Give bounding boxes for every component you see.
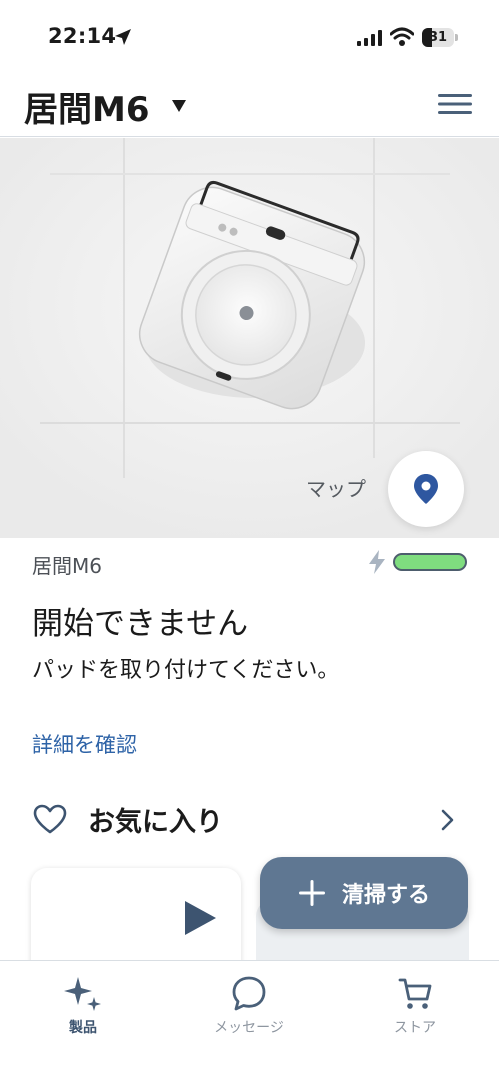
plus-icon xyxy=(299,880,325,906)
chevron-down-icon[interactable] xyxy=(172,100,186,112)
location-arrow-icon xyxy=(115,29,131,45)
status-title: 開始できません xyxy=(32,606,249,642)
robot-selector-title[interactable]: 居間M6 xyxy=(24,82,150,131)
heart-icon xyxy=(33,804,67,834)
status-time: 22:14 xyxy=(48,24,117,48)
location-pin-icon xyxy=(414,474,438,504)
robot-name: 居間M6 xyxy=(32,554,102,578)
cellular-signal-icon xyxy=(357,30,382,46)
robot-hero: マップ xyxy=(0,138,499,538)
tab-products[interactable]: 製品 xyxy=(0,961,166,1051)
tab-messages-label: メッセージ xyxy=(214,1020,284,1036)
wifi-icon xyxy=(390,27,414,46)
sparkle-icon xyxy=(64,977,101,1011)
status-message: パッドを取り付けてください。 xyxy=(32,658,340,683)
bolt-icon xyxy=(369,550,385,574)
favorites-row[interactable]: お気に入り xyxy=(0,790,499,850)
map-button[interactable] xyxy=(388,451,464,527)
chevron-right-icon xyxy=(441,809,454,831)
battery-icon: 31 xyxy=(422,28,458,47)
tab-store[interactable]: ストア xyxy=(332,961,498,1051)
favorites-label: お気に入り xyxy=(88,807,223,838)
clean-button[interactable]: 清掃する xyxy=(260,857,468,929)
status-bar: 22:14 31 xyxy=(0,0,499,70)
cart-icon xyxy=(398,978,432,1009)
tab-bar: 製品 メッセージ ストア xyxy=(0,960,499,1080)
hamburger-menu-icon[interactable] xyxy=(438,92,472,116)
app-header: 居間M6 xyxy=(0,70,499,137)
battery-level: 31 xyxy=(428,30,448,45)
tab-products-label: 製品 xyxy=(69,1020,97,1036)
clean-button-label: 清掃する xyxy=(342,883,431,908)
chat-bubble-icon xyxy=(232,976,266,1011)
play-icon[interactable] xyxy=(183,900,217,936)
map-label: マップ xyxy=(306,477,366,501)
tab-messages[interactable]: メッセージ xyxy=(166,961,332,1051)
details-link[interactable]: 詳細を確認 xyxy=(32,729,137,759)
tab-store-label: ストア xyxy=(394,1020,436,1036)
battery-charge-bar xyxy=(393,553,467,571)
